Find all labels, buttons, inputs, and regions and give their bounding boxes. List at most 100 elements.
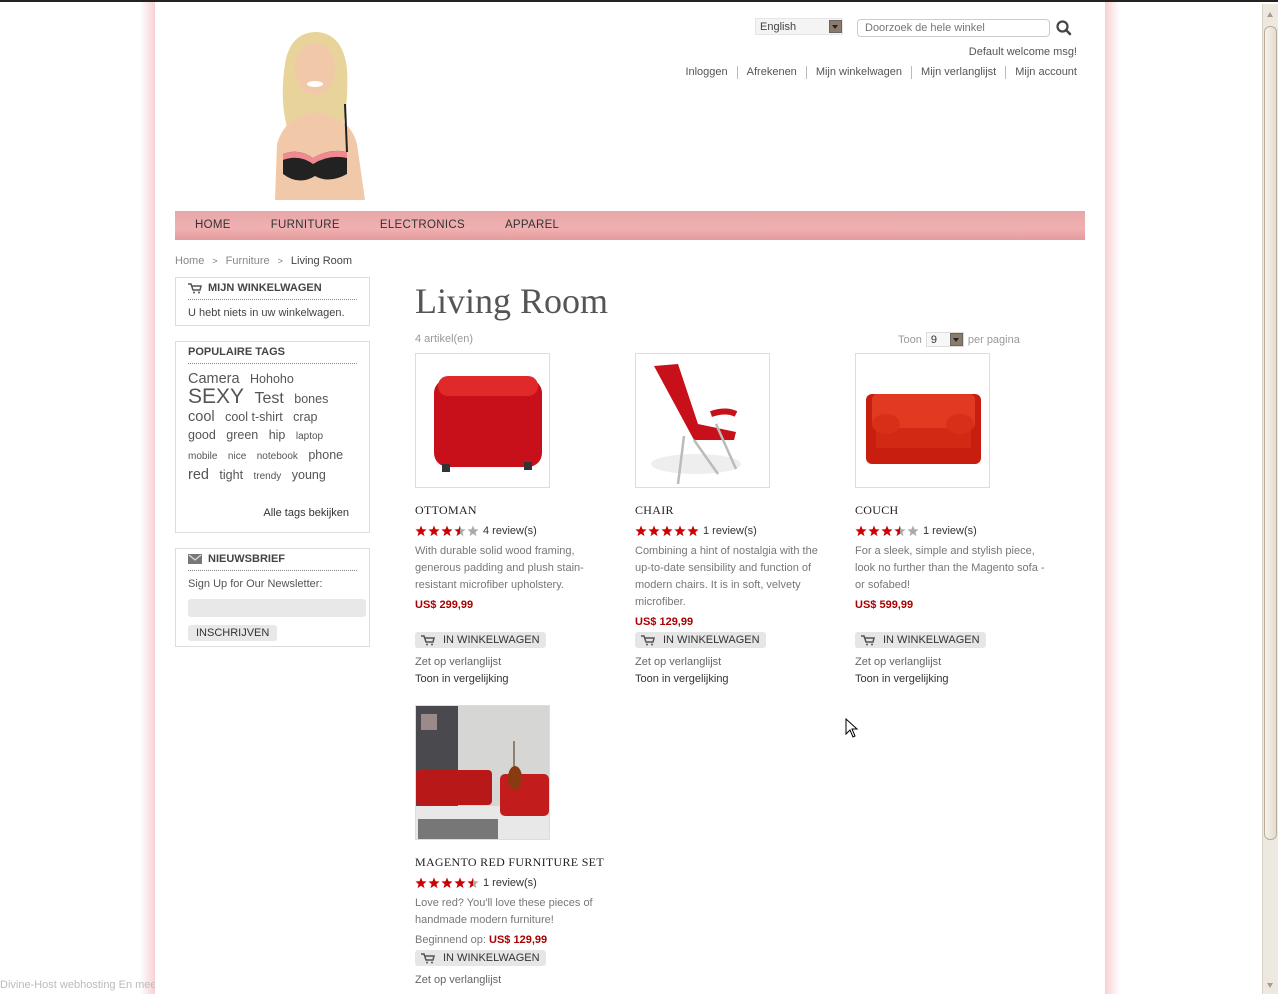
product-name[interactable]: MAGENTO RED FURNITURE SET xyxy=(415,855,625,870)
product-item: CHAIR 1 review(s) Combining a hint of no… xyxy=(635,353,845,688)
nav-apparel[interactable]: APPAREL xyxy=(485,211,579,240)
star-icon xyxy=(661,525,673,537)
language-value: English xyxy=(760,21,797,33)
newsletter-label: Sign Up for Our Newsletter: xyxy=(188,578,323,590)
product-description: Combining a hint of nostalgia with the u… xyxy=(635,545,818,608)
tag-link[interactable]: SEXY xyxy=(188,385,244,408)
search-input[interactable] xyxy=(857,19,1050,37)
product-item: OTTOMAN 4 review(s) With durable solid w… xyxy=(415,353,625,688)
product-image-couch[interactable] xyxy=(855,353,990,488)
price-value: US$ 599,99 xyxy=(855,599,914,611)
add-to-compare-link[interactable]: Toon in vergelijking xyxy=(415,671,625,688)
star-icon xyxy=(687,525,699,537)
per-page-select[interactable]: 9 xyxy=(925,332,964,347)
tag-link[interactable]: phone xyxy=(308,448,343,462)
add-to-wishlist-link[interactable]: Zet op verlanglijst xyxy=(415,654,625,671)
reviews-link[interactable]: 4 review(s) xyxy=(483,525,537,537)
newsletter-email-input[interactable] xyxy=(188,599,366,617)
my-wishlist-link[interactable]: Mijn verlanglijst xyxy=(911,66,1005,79)
price-value: US$ 129,99 xyxy=(489,934,548,946)
product-image-ottoman[interactable] xyxy=(415,353,550,488)
add-to-compare-link[interactable]: Toon in vergelijking xyxy=(855,671,1065,688)
add-to-wishlist-link[interactable]: Zet op verlanglijst xyxy=(855,654,1065,671)
product-name[interactable]: CHAIR xyxy=(635,503,845,518)
checkout-link[interactable]: Afrekenen xyxy=(736,66,806,79)
star-icon xyxy=(415,877,427,889)
tag-link[interactable]: nice xyxy=(228,451,246,462)
price-label: Beginnend op: xyxy=(415,934,490,946)
add-to-cart-label: IN WINKELWAGEN xyxy=(883,634,980,646)
tag-link[interactable]: Hohoho xyxy=(250,372,294,386)
tag-link[interactable]: red xyxy=(188,467,209,483)
cart-icon xyxy=(861,634,875,645)
product-name[interactable]: OTTOMAN xyxy=(415,503,625,518)
add-to-compare-link[interactable]: Toon in vergelijking xyxy=(635,671,845,688)
tag-link[interactable]: Test xyxy=(254,390,283,407)
tag-link[interactable]: green xyxy=(226,428,258,442)
nav-furniture[interactable]: FURNITURE xyxy=(251,211,360,240)
tag-link[interactable]: young xyxy=(292,468,326,482)
page: English Default welcome msg! Inloggen Af… xyxy=(155,2,1105,994)
add-to-cart-button[interactable]: IN WINKELWAGEN xyxy=(415,632,546,648)
rating-stars xyxy=(635,525,700,537)
popular-tags-block: POPULAIRE TAGS Camera Hohoho SEXY Test b… xyxy=(175,341,370,533)
newsletter-title: NIEUWSBRIEF xyxy=(188,549,357,571)
star-icon xyxy=(441,877,453,889)
star-icon xyxy=(894,525,906,537)
tag-link[interactable]: mobile xyxy=(188,451,217,462)
per-page-label: Toon xyxy=(898,333,922,346)
breadcrumb-furniture[interactable]: Furniture xyxy=(226,255,270,267)
tag-link[interactable]: cool t-shirt xyxy=(225,410,283,424)
store-logo[interactable] xyxy=(255,24,375,200)
vertical-scrollbar[interactable] xyxy=(1262,4,1278,994)
product-description: With durable solid wood framing, generou… xyxy=(415,545,584,591)
my-cart-link[interactable]: Mijn winkelwagen xyxy=(805,66,911,79)
tag-link[interactable]: good xyxy=(188,428,216,442)
tag-link[interactable]: tight xyxy=(219,468,243,482)
add-to-wishlist-link[interactable]: Zet op verlanglijst xyxy=(415,972,625,989)
nav-home[interactable]: HOME xyxy=(175,211,251,240)
breadcrumb-home[interactable]: Home xyxy=(175,255,204,267)
search-icon[interactable] xyxy=(1055,19,1073,37)
nav-electronics[interactable]: ELECTRONICS xyxy=(360,211,485,240)
per-page-value: 9 xyxy=(930,334,937,346)
tag-link[interactable]: crap xyxy=(293,410,317,424)
language-select[interactable]: English xyxy=(755,18,843,35)
star-icon xyxy=(907,525,919,537)
tag-link[interactable]: bones xyxy=(294,392,328,406)
cart-icon xyxy=(421,952,435,963)
subscribe-button[interactable]: INSCHRIJVEN xyxy=(188,625,278,641)
tag-link[interactable]: hip xyxy=(269,428,286,442)
my-account-link[interactable]: Mijn account xyxy=(1005,66,1077,79)
view-all-tags-link[interactable]: Alle tags bekijken xyxy=(263,507,349,519)
product-name[interactable]: COUCH xyxy=(855,503,1065,518)
scrollbar-thumb[interactable] xyxy=(1264,26,1277,840)
newsletter-block: NIEUWSBRIEF Sign Up for Our Newsletter: … xyxy=(175,548,370,647)
add-to-wishlist-link[interactable]: Zet op verlanglijst xyxy=(635,654,845,671)
star-icon xyxy=(467,525,479,537)
product-description: For a sleek, simple and stylish piece, l… xyxy=(855,545,1045,591)
scroll-up-arrow-icon[interactable] xyxy=(1267,12,1273,17)
mini-cart-empty: U hebt niets in uw winkelwagen. xyxy=(188,307,345,319)
tag-link[interactable]: laptop xyxy=(296,431,323,442)
add-to-cart-button[interactable]: IN WINKELWAGEN xyxy=(635,632,766,648)
tag-link[interactable]: cool xyxy=(188,409,215,425)
login-link[interactable]: Inloggen xyxy=(676,66,736,79)
page-shadow-right xyxy=(1105,2,1120,994)
tag-link[interactable]: notebook xyxy=(257,451,298,462)
add-to-cart-button[interactable]: IN WINKELWAGEN xyxy=(855,632,986,648)
tag-cloud: Camera Hohoho SEXY Test bones cool cool … xyxy=(188,364,357,486)
add-to-cart-button[interactable]: IN WINKELWAGEN xyxy=(415,950,546,966)
product-price: US$ 599,99 xyxy=(855,599,1065,611)
reviews-link[interactable]: 1 review(s) xyxy=(483,877,537,889)
item-count: 4 artikel(en) xyxy=(415,333,474,345)
mouse-cursor-icon xyxy=(845,718,859,738)
tag-link[interactable]: trendy xyxy=(254,471,282,482)
reviews-link[interactable]: 1 review(s) xyxy=(923,525,977,537)
scroll-down-arrow-icon[interactable] xyxy=(1267,983,1273,988)
welcome-message: Default welcome msg! xyxy=(968,46,1077,58)
product-rating: 1 review(s) xyxy=(855,525,1065,537)
product-image-furniture-set[interactable] xyxy=(415,705,550,840)
reviews-link[interactable]: 1 review(s) xyxy=(703,525,757,537)
product-image-chair[interactable] xyxy=(635,353,770,488)
